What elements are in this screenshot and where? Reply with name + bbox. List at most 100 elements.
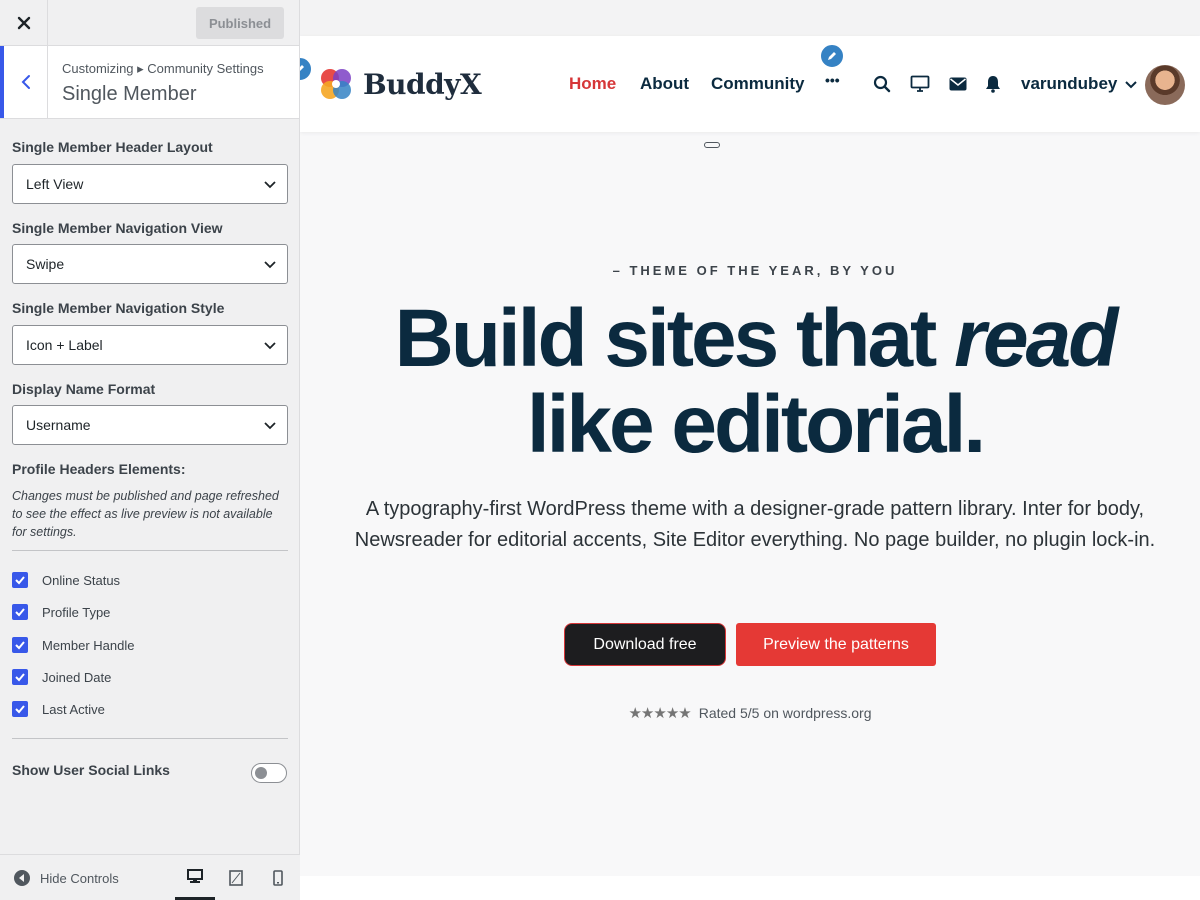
display-name-value: Username	[26, 417, 91, 433]
notifications-button[interactable]	[982, 73, 1004, 95]
checkbox-profile-type[interactable]: Profile Type	[12, 604, 110, 620]
hero-eyebrow: – THEME OF THE YEAR, BY YOU	[612, 263, 898, 278]
checkbox-last-active[interactable]: Last Active	[12, 701, 105, 717]
envelope-icon	[949, 77, 967, 91]
chevron-down-icon	[264, 342, 276, 350]
monitor-icon	[910, 75, 930, 92]
header-layout-select[interactable]: Left View	[12, 164, 288, 204]
hide-controls-label: Hide Controls	[40, 870, 119, 886]
display-name-label: Display Name Format	[12, 381, 156, 397]
close-customizer-button[interactable]	[0, 0, 48, 45]
checkbox-checked-icon[interactable]	[12, 604, 28, 620]
edit-shortcut-button[interactable]	[300, 56, 313, 82]
customizer-header: Published	[0, 0, 299, 46]
checkbox-member-handle[interactable]: Member Handle	[12, 637, 135, 653]
chevron-down-icon	[264, 181, 276, 189]
close-icon	[17, 16, 30, 29]
checkbox-label: Online Status	[42, 572, 121, 588]
navigation-view-value: Swipe	[26, 256, 65, 272]
bell-icon	[986, 76, 1000, 93]
buddyx-logo-icon	[321, 69, 351, 99]
mobile-icon	[273, 870, 283, 886]
preview-top-strip	[300, 0, 1200, 36]
search-icon	[873, 75, 891, 93]
nav-more[interactable]: •••	[825, 72, 840, 88]
navigation-view-control: Single Member Navigation View Swipe	[12, 220, 288, 284]
device-desktop-button[interactable]	[175, 855, 215, 900]
checkbox-joined-date[interactable]: Joined Date	[12, 669, 111, 685]
chevron-left-icon	[21, 75, 30, 89]
header-layout-value: Left View	[26, 176, 84, 192]
navigation-view-label: Single Member Navigation View	[12, 220, 223, 236]
collapse-arrow-icon	[14, 870, 30, 886]
checkbox-checked-icon[interactable]	[12, 637, 28, 653]
nav-about[interactable]: About	[640, 74, 689, 94]
chevron-down-icon	[264, 261, 276, 269]
navigation-style-select[interactable]: Icon + Label	[12, 325, 288, 365]
site-logo-text: BuddyX	[363, 67, 482, 101]
header-layout-label: Single Member Header Layout	[12, 139, 213, 155]
nav-home[interactable]: Home	[569, 74, 616, 94]
customizer-footer: Hide Controls	[0, 854, 300, 900]
download-free-button[interactable]: Download free	[564, 623, 726, 666]
checkbox-label: Member Handle	[42, 637, 135, 653]
chevron-down-icon	[264, 422, 276, 430]
site-header: BuddyX Home About Community ••• varundub…	[300, 36, 1200, 132]
site-logo[interactable]: BuddyX	[317, 65, 482, 103]
site-preview: BuddyX Home About Community ••• varundub…	[300, 0, 1200, 900]
headline-part-2: like editorial.	[526, 379, 986, 470]
checkbox-label: Last Active	[42, 701, 105, 717]
scroll-handle[interactable]	[704, 142, 720, 148]
pencil-icon	[300, 65, 304, 71]
chevron-down-icon	[1125, 81, 1138, 89]
star-rating-icon: ★★★★★	[628, 705, 691, 722]
headline-emphasis: read	[954, 293, 1118, 384]
checkbox-checked-icon[interactable]	[12, 572, 28, 588]
section-header: Customizing ▸ Community Settings Single …	[0, 46, 299, 119]
breadcrumb: Customizing ▸ Community Settings	[62, 61, 264, 76]
tablet-icon	[229, 870, 243, 886]
device-mobile-button[interactable]	[258, 855, 298, 900]
display-name-select[interactable]: Username	[12, 405, 288, 445]
username: varundubey	[1021, 74, 1118, 93]
user-menu[interactable]: varundubey	[1021, 74, 1138, 94]
navigation-style-value: Icon + Label	[26, 337, 103, 353]
checkbox-label: Profile Type	[42, 604, 111, 620]
desktop-icon	[187, 868, 203, 883]
device-tablet-button[interactable]	[216, 855, 256, 900]
section-title: Single Member	[62, 83, 197, 105]
edit-menu-shortcut-button[interactable]	[819, 43, 845, 69]
headline-part-1: Build sites that	[394, 293, 955, 384]
pencil-icon	[828, 52, 836, 60]
navigation-view-select[interactable]: Swipe	[12, 244, 288, 284]
profile-headers-title: Profile Headers Elements:	[12, 461, 186, 477]
avatar[interactable]	[1145, 65, 1185, 105]
customizer-sidebar: Published Customizing ▸ Community Settin…	[0, 0, 300, 900]
checkbox-online-status[interactable]: Online Status	[12, 572, 120, 588]
back-button[interactable]	[0, 46, 48, 118]
hide-controls-button[interactable]: Hide Controls	[14, 870, 119, 886]
navigation-style-control: Single Member Navigation Style Icon + La…	[12, 300, 288, 365]
checkbox-checked-icon[interactable]	[12, 669, 28, 685]
social-links-label: Show User Social Links	[12, 762, 170, 778]
divider	[12, 738, 288, 739]
social-links-toggle[interactable]	[251, 763, 287, 783]
next-section	[300, 876, 1200, 900]
navigation-style-label: Single Member Navigation Style	[12, 300, 225, 316]
nav-community[interactable]: Community	[711, 74, 805, 94]
monitor-button[interactable]	[909, 73, 931, 95]
preview-patterns-button[interactable]: Preview the patterns	[736, 623, 936, 666]
rating-text: Rated 5/5 on wordpress.org	[698, 705, 872, 721]
checkbox-checked-icon[interactable]	[12, 701, 28, 717]
display-name-control: Display Name Format Username	[12, 381, 288, 445]
publish-button[interactable]: Published	[196, 7, 284, 39]
header-layout-control: Single Member Header Layout Left View	[12, 139, 288, 204]
hero-subtitle: A typography-first WordPress theme with …	[354, 498, 1156, 551]
hero-headline: Build sites that read like editorial.	[300, 296, 1200, 468]
search-button[interactable]	[871, 73, 893, 95]
profile-headers-note: Changes must be published and page refre…	[12, 489, 279, 539]
messages-button[interactable]	[947, 73, 969, 95]
rating: ★★★★★ Rated 5/5 on wordpress.org	[300, 704, 1200, 722]
checkbox-label: Joined Date	[42, 669, 112, 685]
divider	[12, 550, 288, 551]
